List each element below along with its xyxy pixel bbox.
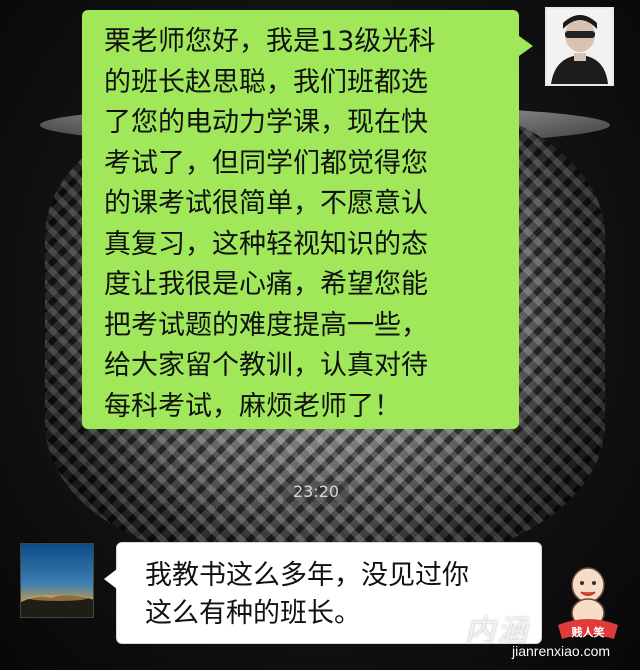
message-timestamp: 23:20 bbox=[283, 481, 350, 503]
cartoon-baby-icon: 贱人笑 bbox=[558, 567, 618, 639]
sent-message-text: 栗老师您好，我是13级光科 的班长赵思聪，我们班都选 了您的电动力学课，现在快 … bbox=[104, 26, 436, 422]
svg-text:贱人笑: 贱人笑 bbox=[572, 625, 605, 639]
avatar-landscape-icon bbox=[21, 595, 93, 617]
avatar-person-icon bbox=[547, 9, 612, 84]
sent-message-bubble[interactable]: 栗老师您好，我是13级光科 的班长赵思聪，我们班都选 了您的电动力学课，现在快 … bbox=[82, 10, 533, 429]
sender-avatar[interactable] bbox=[545, 7, 614, 86]
receiver-avatar[interactable] bbox=[20, 543, 94, 618]
watermark-url: jianrenxiao.com bbox=[512, 643, 611, 659]
